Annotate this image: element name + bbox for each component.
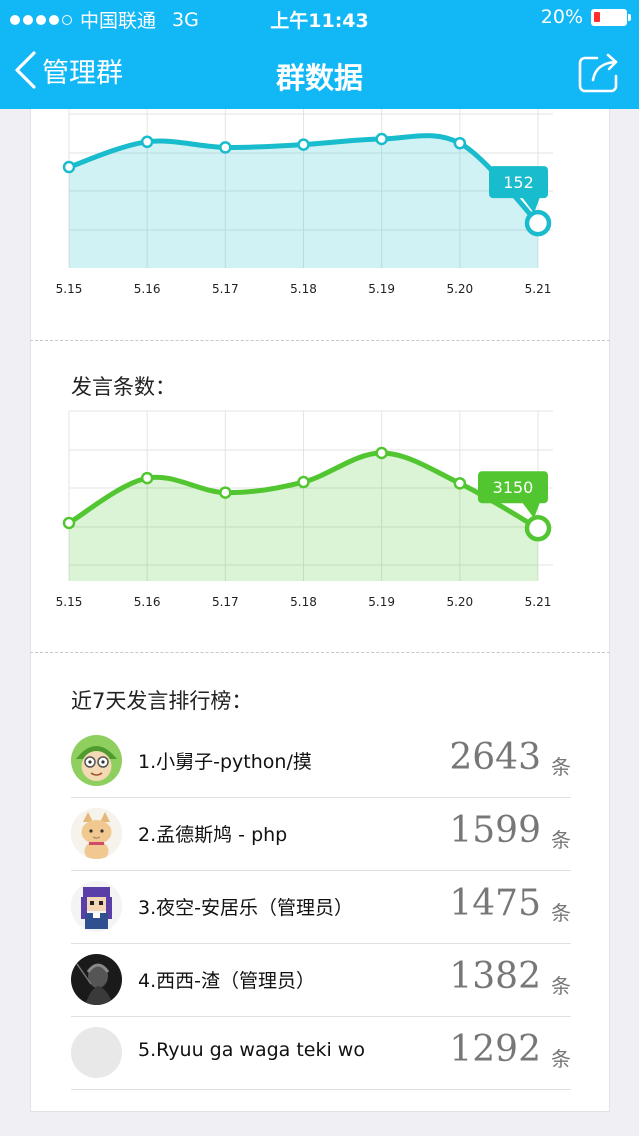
- message-count: 1292: [449, 1029, 541, 1070]
- selected-point[interactable]: [524, 514, 552, 542]
- navigation-bar: 管理群 群数据: [0, 36, 639, 109]
- data-point[interactable]: [140, 135, 154, 149]
- ranking-row[interactable]: 5.Ryuu ga waga teki wo 1292 条: [71, 1017, 571, 1090]
- x-tick-label: 5.18: [290, 282, 317, 296]
- selected-point[interactable]: [524, 209, 552, 237]
- x-tick-label: 5.15: [56, 282, 83, 296]
- data-point[interactable]: [453, 136, 467, 150]
- x-tick-label: 5.15: [56, 595, 83, 609]
- chevron-left-icon: [15, 51, 36, 89]
- activity-chart-card: 152 5.15 5.16 5.17 5.18 5.19 5.20 5.21: [30, 109, 610, 341]
- message-count: 1475: [449, 883, 541, 924]
- data-point[interactable]: [453, 477, 467, 490]
- x-tick-label: 5.20: [446, 595, 473, 609]
- network-type: 3G: [172, 8, 199, 31]
- data-point[interactable]: [62, 160, 76, 174]
- x-tick-label: 5.17: [212, 595, 239, 609]
- member-name: 2.孟德斯鸠 - php: [138, 824, 288, 846]
- battery-icon: [591, 8, 631, 26]
- messages-chart-card: 发言条数： 3150 5.15 5.16 5.17 5.18 5.19 5.20 5.21: [30, 341, 610, 653]
- x-tick-label: 5.17: [212, 282, 239, 296]
- member-name: 3.夜空-安居乐（管理员）: [138, 897, 353, 919]
- avatar: [71, 954, 122, 1005]
- count-unit: 条: [551, 974, 571, 998]
- ranking-row[interactable]: 4.西西-渣（管理员） 1382 条: [71, 944, 571, 1017]
- member-name: 5.Ryuu ga waga teki wo: [138, 1039, 365, 1061]
- data-point[interactable]: [375, 132, 388, 146]
- message-count: 1382: [449, 956, 541, 997]
- back-label: 管理群: [42, 57, 123, 89]
- x-tick-label: 5.21: [525, 595, 552, 609]
- share-icon[interactable]: [577, 52, 621, 94]
- ranking-title: 近7天发言排行榜：: [71, 689, 253, 713]
- data-point[interactable]: [297, 475, 310, 489]
- x-tick-label: 5.20: [446, 282, 473, 296]
- data-point[interactable]: [297, 138, 310, 151]
- ranking-row[interactable]: 2.孟德斯鸠 - php 1599 条: [71, 798, 571, 871]
- avatar: [71, 881, 122, 932]
- message-count: 1599: [449, 810, 541, 851]
- data-point[interactable]: [140, 471, 154, 485]
- count-unit: 条: [551, 755, 571, 779]
- count-unit: 条: [551, 828, 571, 852]
- data-point[interactable]: [375, 446, 388, 460]
- series-area: [69, 135, 538, 268]
- x-tick-label: 5.16: [134, 282, 161, 296]
- x-tick-label: 5.16: [134, 595, 161, 609]
- carrier-name: 中国联通: [80, 10, 157, 32]
- tooltip-label: 3150: [493, 478, 534, 497]
- data-point[interactable]: [219, 486, 232, 499]
- battery-percent: 20%: [540, 6, 583, 28]
- member-name: 1.小舅子-python/摸: [138, 751, 312, 773]
- x-tick-label: 5.18: [290, 595, 317, 609]
- message-count: 2643: [449, 737, 541, 778]
- ranking-row[interactable]: 1.小舅子-python/摸 2643 条: [71, 725, 571, 798]
- tooltip-label: 152: [503, 173, 534, 192]
- count-unit: 条: [551, 901, 571, 925]
- count-unit: 条: [551, 1047, 571, 1071]
- back-button[interactable]: 管理群: [12, 50, 123, 90]
- status-left: 中国联通 3G: [10, 6, 199, 33]
- x-tick-label: 5.19: [368, 282, 395, 296]
- x-tick-label: 5.19: [368, 595, 395, 609]
- messages-chart: 3150 5.15 5.16 5.17 5.18 5.19 5.20 5.21: [56, 410, 553, 609]
- activity-chart: 152 5.15 5.16 5.17 5.18 5.19 5.20 5.21: [56, 109, 553, 296]
- avatar: [71, 808, 122, 859]
- ranking-row[interactable]: 3.夜空-安居乐（管理员） 1475 条: [71, 871, 571, 944]
- data-point[interactable]: [62, 516, 76, 530]
- messages-chart-title: 发言条数：: [71, 375, 176, 399]
- data-point[interactable]: [219, 141, 232, 154]
- status-right: 20%: [540, 6, 631, 28]
- ranking-card: 近7天发言排行榜： 1.小舅子-python/摸 2643 条 2.孟德斯鸠 -…: [30, 653, 610, 1112]
- x-tick-label: 5.21: [525, 282, 552, 296]
- status-bar: 中国联通 3G 上午11:43 20%: [0, 0, 639, 36]
- ranking-list: 1.小舅子-python/摸 2643 条 2.孟德斯鸠 - php 1599 …: [71, 725, 571, 1090]
- signal-strength-icon: [10, 14, 72, 25]
- avatar: [71, 1027, 122, 1078]
- avatar: [71, 735, 122, 786]
- member-name: 4.西西-渣（管理员）: [138, 970, 315, 992]
